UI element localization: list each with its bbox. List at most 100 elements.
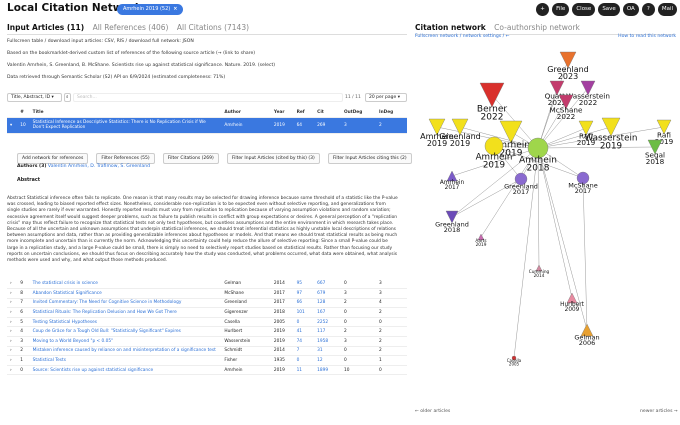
row-ref: 97 [293, 288, 315, 299]
table-row[interactable]: › 0 Source: Scientists rise up against sta… [7, 365, 407, 376]
network-options-links[interactable]: Fullscreen network / network settings / … [415, 34, 509, 39]
row-indeg: 2 [376, 117, 407, 134]
row-outdeg: 3 [340, 336, 377, 347]
row-author: Hurlbert [221, 326, 271, 338]
row-ref: 74 [293, 336, 315, 347]
row-year: 2018 [270, 307, 294, 318]
collapse-icon[interactable]: ▾ [7, 117, 18, 134]
row-cit: 667 [314, 279, 341, 290]
expand-icon[interactable]: › [7, 355, 18, 366]
table-row[interactable]: › 6 Statistical Rituals: The Replication D… [7, 307, 407, 318]
col-title[interactable]: Title [29, 108, 222, 118]
mail-button[interactable]: Mail [657, 3, 677, 16]
expand-icon[interactable]: › [7, 288, 18, 299]
citation-network-graph[interactable]: Greenland2023Berner2022Quatto2022Wassers… [415, 40, 680, 410]
authors-label: Authors (3) [17, 164, 47, 169]
filter-cited-by-button[interactable]: Filter Input Articles (cited by this) (3… [226, 153, 320, 164]
expand-icon[interactable]: › [7, 326, 18, 338]
network-node-year: 2019 [450, 139, 470, 148]
close-button[interactable]: Close [572, 3, 596, 16]
expand-icon[interactable]: › [7, 346, 18, 357]
row-title[interactable]: Statistical Rituals: The Replication Del… [29, 307, 222, 318]
how-to-read-link[interactable]: How to read this network [618, 34, 676, 39]
tab-coauthorship-network[interactable]: Co-authorship network [494, 23, 580, 32]
search-icon[interactable]: ⌕ [64, 93, 71, 102]
row-cit: 2252 [314, 317, 341, 328]
table-row[interactable]: › 3 Moving to a World Beyond "p < 0.05" Was… [7, 336, 407, 347]
network-node-berner2022[interactable] [479, 82, 505, 108]
tab-all-citations[interactable]: All Citations (7143) [177, 23, 249, 32]
row-ref: 0 [293, 355, 315, 366]
newer-articles-link[interactable]: newer articles → [640, 409, 678, 414]
filter-citations-button[interactable]: Filter Citations (269) [162, 153, 219, 164]
tab-all-references[interactable]: All References (406) [93, 23, 169, 32]
expand-icon[interactable]: › [7, 317, 18, 328]
row-title[interactable]: Statistical Tests [29, 355, 222, 366]
expand-icon[interactable]: › [7, 298, 18, 309]
row-title[interactable]: Abandon Statistical Significance [29, 288, 222, 299]
source-citation: Valentin Amrhein, S. Greenland, B. McSha… [7, 63, 276, 68]
col-indeg[interactable]: InDeg [376, 108, 407, 118]
row-cit: 167 [314, 307, 341, 318]
row-title[interactable]: Mistaken inference caused by reliance on… [29, 346, 222, 357]
older-articles-link[interactable]: ← older articles [415, 409, 450, 414]
save-button[interactable]: Save [598, 3, 620, 16]
row-num: 6 [17, 307, 30, 318]
table-row[interactable]: › 2 Mistaken inference caused by reliance … [7, 346, 407, 357]
table-row[interactable]: › 5 Testing Statistical Hypotheses Casella 2… [7, 317, 407, 328]
row-title[interactable]: Moving to a World Beyond "p < 0.05" [29, 336, 222, 347]
filter-citing-button[interactable]: Filter Input Articles citing this (2) [327, 153, 412, 164]
filter-field-value: Title, Abstract, ID [11, 95, 51, 100]
row-cit: 12 [314, 355, 341, 366]
row-ref: 0 [293, 317, 315, 328]
table-row-selected[interactable]: ▾ 10 Statistical Inference as Descriptiv… [7, 117, 407, 134]
add-network-button[interactable]: Add network for references [17, 153, 89, 164]
col-num[interactable]: # [17, 108, 30, 118]
row-title[interactable]: Coup de Grâce for a Tough Old Bull: "Sta… [29, 326, 222, 338]
row-author: Gigerenzer [221, 307, 271, 318]
close-icon[interactable]: × [173, 6, 177, 12]
col-cit[interactable]: Cit [314, 108, 341, 118]
col-outdeg[interactable]: OutDeg [340, 108, 377, 118]
file-button[interactable]: File [552, 3, 570, 16]
per-page-select[interactable]: 20 per page ▾ [365, 93, 407, 102]
tab-input-articles[interactable]: Input Articles (11) [7, 23, 84, 32]
expand-icon[interactable]: › [7, 365, 18, 376]
table-row[interactable]: › 9 The statistical crisis in science Gelma… [7, 279, 407, 290]
expand-icon[interactable]: › [7, 336, 18, 347]
col-author[interactable]: Author [221, 108, 271, 118]
oa-button[interactable]: OA [622, 3, 639, 16]
source-pill[interactable]: Amrhein 2019 (52) × [117, 4, 184, 15]
filter-references-button[interactable]: Filter References (55) [96, 153, 155, 164]
table-row[interactable]: › 1 Statistical Tests Fisher 1935 0 12 0 1 [7, 355, 407, 366]
search-input[interactable]: Search... [73, 93, 343, 102]
toolbar: + File Close Save OA ? Mail [536, 3, 677, 16]
network-node-year: 2006 [579, 339, 596, 347]
row-title[interactable]: Source: Scientists rise up against stati… [29, 365, 222, 376]
articles-table: # Title Author Year Ref Cit OutDeg InDeg… [7, 108, 407, 134]
row-title[interactable]: The statistical crisis in science [29, 279, 222, 290]
expand-icon[interactable]: › [7, 307, 18, 318]
authors-list[interactable]: Valentin Amrhein, D. Trafimow, S. Greenl… [48, 164, 150, 169]
row-ref: 7 [293, 346, 315, 357]
add-button[interactable]: + [536, 3, 550, 16]
row-outdeg: 10 [340, 365, 377, 376]
row-title[interactable]: Testing Statistical Hypotheses [29, 317, 222, 328]
table-header: # Title Author Year Ref Cit OutDeg InDeg [7, 108, 407, 118]
table-row[interactable]: › 8 Abandon Statistical Significance McShan… [7, 288, 407, 299]
row-title[interactable]: Statistical Inference as Descriptive Sta… [29, 117, 222, 134]
help-button[interactable]: ? [641, 3, 655, 16]
filter-field-select[interactable]: Title, Abstract, ID ▾ [7, 93, 62, 102]
row-num: 8 [17, 288, 30, 299]
tab-citation-network[interactable]: Citation network [415, 23, 486, 32]
network-node-year: 2019 [476, 242, 487, 248]
col-year[interactable]: Year [270, 108, 294, 118]
row-cit: 1958 [314, 336, 341, 347]
row-year: 2019 [270, 365, 294, 376]
col-ref[interactable]: Ref [293, 108, 315, 118]
row-title[interactable]: Invited Commentary: The Need for Cogniti… [29, 298, 222, 309]
table-row[interactable]: › 7 Invited Commentary: The Need for Cogni… [7, 298, 407, 309]
table-row[interactable]: › 4 Coup de Grâce for a Tough Old Bull: "S… [7, 326, 407, 338]
table-links[interactable]: Fullscreen table / download input articl… [7, 39, 407, 44]
expand-icon[interactable]: › [7, 279, 18, 290]
